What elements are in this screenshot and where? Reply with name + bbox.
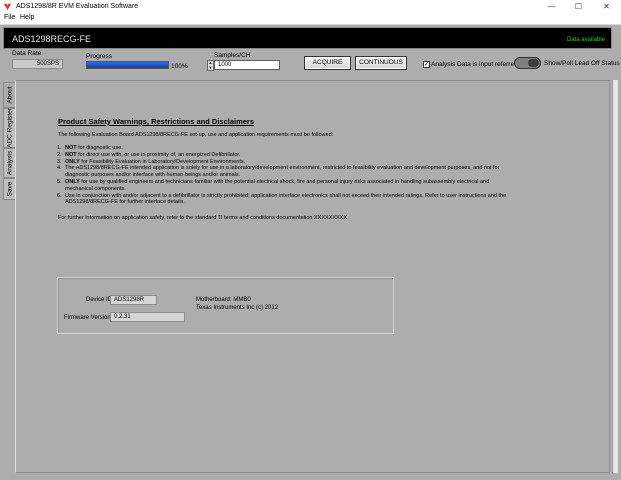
list-item: 5. ONLY for use by qualified engineers an… [57, 178, 490, 192]
stepper-down-icon[interactable]: ▼ [208, 65, 213, 71]
list-item: 1. NOT for diagnostic use. [57, 145, 123, 151]
labview-app-icon [3, 3, 12, 11]
disclaimer-footer: For further information on application s… [58, 215, 348, 221]
vertical-scrollbar[interactable] [612, 80, 618, 473]
tab-analysis-label: Analysis [6, 150, 13, 176]
menu-help[interactable]: Help [20, 14, 34, 21]
list-item: 4. The ADS1298/8RECG-FE intended applicat… [57, 165, 500, 179]
continuous-button[interactable]: CONTINUOUS [355, 56, 407, 70]
list-item: 2. NOT for direct use with, or use in pro… [57, 151, 241, 158]
disclaimer-intro: The following Evaluation Board ADS1298/8… [58, 132, 334, 138]
maximize-button[interactable]: ☐ [565, 0, 592, 14]
title-bar: ADS1298/8R EVM Evaluation Software — ☐ ✕ [0, 0, 621, 14]
checkmark-icon: ✓ [424, 62, 430, 68]
device-id-display: ADS1298R [110, 295, 157, 305]
disclaimer-heading: Product Safety Warnings, Restrictions an… [58, 117, 255, 126]
copyright-text: Texas Instruments Inc (c) 2012 [196, 305, 279, 311]
samples-stepper[interactable]: ▲ ▼ [207, 60, 214, 71]
warnings-list: 1. NOT for diagnostic use. 2. NOT for dire… [57, 145, 512, 206]
data-status-indicator: Data available [566, 37, 605, 43]
data-rate-display: 500SPS [12, 59, 63, 69]
window-title: ADS1298/8R EVM Evaluation Software [16, 3, 139, 10]
tab-save-label: Save [6, 181, 13, 197]
header-bar: ADS1298RECG-FE Data available [3, 27, 612, 49]
lead-off-label: Show/Poll Lead Off Status [544, 60, 620, 67]
firmware-version-display: 0.2.31 [110, 312, 185, 322]
progress-label: Progress [86, 53, 113, 60]
tab-about-label: About [6, 86, 13, 104]
board-title: ADS1298RECG-FE [12, 34, 92, 44]
analysis-checkbox[interactable]: ✓ [423, 61, 430, 68]
tab-analysis[interactable]: Analysis [3, 148, 15, 178]
minimize-button[interactable]: — [538, 0, 565, 14]
menu-file[interactable]: File [4, 14, 15, 21]
progress-fill [87, 62, 168, 68]
data-rate-label: Data Rate [12, 50, 42, 57]
tab-about[interactable]: About [3, 82, 15, 108]
acquire-button[interactable]: ACQUIRE [304, 56, 351, 70]
menu-bar: File Help [0, 14, 621, 24]
lead-off-toggle[interactable] [514, 57, 541, 69]
tab-save[interactable]: Save [3, 178, 15, 200]
tab-adc-register[interactable]: ADC Register [3, 108, 15, 148]
analysis-checkbox-label: Analysis Data is input referred [431, 61, 518, 68]
tab-adc-register-label: ADC Register [6, 108, 13, 148]
device-id-label: Device ID [86, 297, 113, 303]
list-item: 6. Use in conjunction with and/or adjacen… [57, 192, 507, 206]
motherboard-text: Motherboard: MMB0 [196, 297, 251, 303]
toggle-knob [528, 59, 539, 67]
close-button[interactable]: ✕ [593, 0, 620, 14]
firmware-version-label: Firmware Version [64, 315, 111, 321]
samples-label: Samples/CH [214, 52, 251, 59]
progress-value: 100% [171, 63, 188, 70]
samples-input[interactable]: 1000 [214, 60, 280, 70]
progress-bar [86, 61, 169, 69]
list-item: 3. ONLY for Feasibility Evaluation in Lab… [57, 158, 246, 165]
